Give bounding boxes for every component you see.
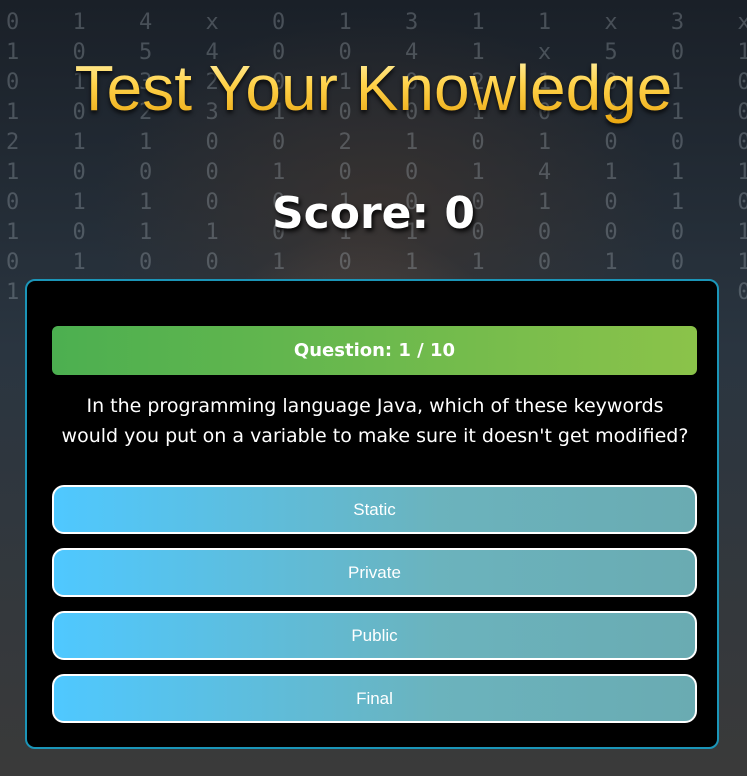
- question-text: In the programming language Java, which …: [61, 395, 689, 447]
- quiz-container: Question: 1 / 10 In the programming lang…: [25, 279, 719, 749]
- answer-button-public[interactable]: Public: [52, 611, 697, 660]
- answer-button-static[interactable]: Static: [52, 485, 697, 534]
- answer-list: Static Private Public Final: [52, 485, 697, 737]
- question-counter: Question: 1 / 10: [52, 326, 697, 375]
- page-title: Test Your Knowledge: [0, 50, 747, 126]
- score-display: Score: 0: [271, 188, 476, 239]
- answer-button-private[interactable]: Private: [52, 548, 697, 597]
- answer-button-final[interactable]: Final: [52, 674, 697, 723]
